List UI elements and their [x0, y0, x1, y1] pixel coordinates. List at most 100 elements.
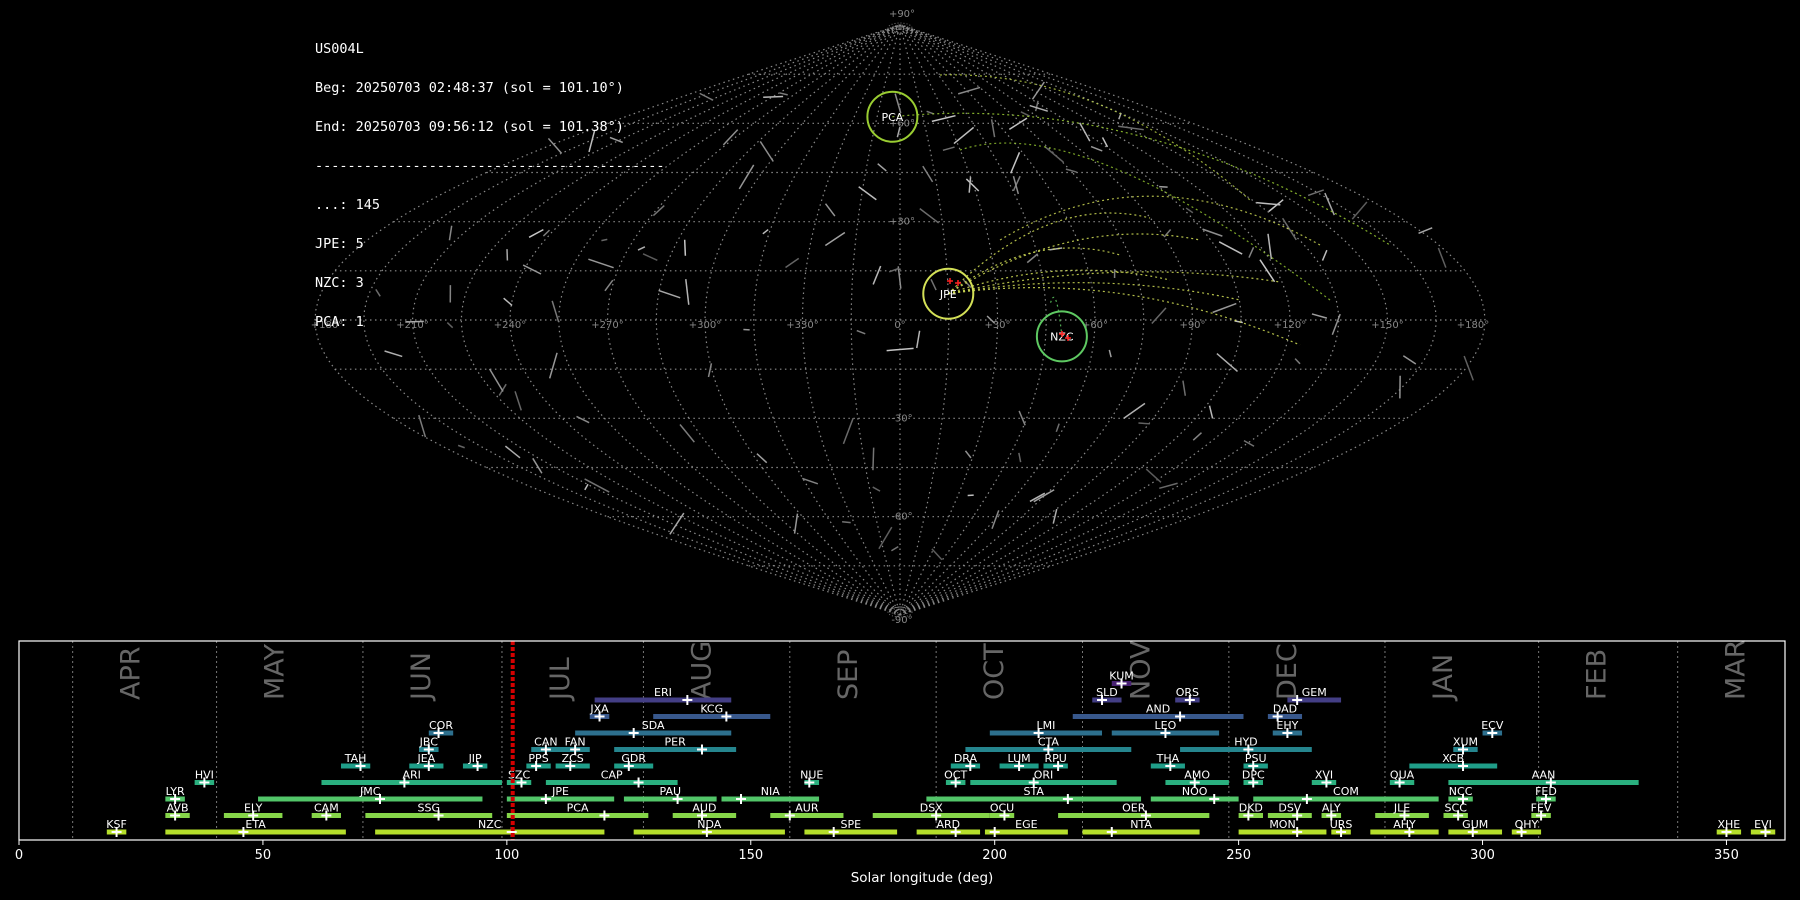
shower-code-label: ORI: [1034, 769, 1054, 782]
sporadic-meteor: [759, 141, 774, 162]
sporadic-meteor: [1026, 253, 1039, 264]
shower-activity-bar: [594, 697, 732, 703]
sporadic-meteor: [931, 548, 943, 561]
sporadic-meteor: [1294, 358, 1301, 365]
sporadic-meteor: [1331, 313, 1341, 335]
shower-activity-bar: [1175, 697, 1200, 703]
sporadic-meteor: [1256, 201, 1281, 206]
sporadic-meteor: [968, 177, 972, 193]
shower-code-label: ORS: [1176, 686, 1199, 699]
month-label: NOV: [1126, 640, 1157, 700]
month-label: JAN: [1428, 654, 1459, 702]
shower-code-label: FAN: [565, 736, 586, 749]
shower-code-label: LUM: [1008, 752, 1031, 765]
sporadic-meteor: [1010, 152, 1021, 174]
shower-code-label: MON: [1269, 818, 1295, 831]
sporadic-meteor: [1145, 468, 1162, 483]
shower-activity-bar: [1716, 829, 1742, 835]
sporadic-meteor: [584, 483, 589, 491]
sporadic-meteor: [1065, 168, 1077, 173]
sporadic-meteor: [762, 228, 769, 235]
shower-code-label: ARI: [403, 769, 421, 782]
shower-peak-marker: [433, 728, 444, 738]
sporadic-meteor: [877, 163, 887, 172]
sporadic-meteor: [1033, 489, 1055, 503]
shower-activity-bar: [804, 829, 898, 835]
shower-activity-bar: [1058, 813, 1210, 818]
shower-activity-bar: [1072, 714, 1244, 719]
shower-code-label: CAP: [601, 769, 623, 782]
shower-code-label: CTA: [1038, 736, 1060, 749]
sporadic-meteor: [957, 86, 981, 95]
sporadic-meteor: [878, 526, 893, 550]
shower-peak-marker: [531, 761, 542, 771]
shower-peak-marker: [1487, 728, 1498, 738]
shower-peak-marker: [1248, 777, 1259, 788]
shower-code-label: CAM: [314, 802, 339, 815]
shower-code-label: PER: [665, 736, 687, 749]
shower-peak-marker: [1467, 827, 1478, 837]
sporadic-meteor: [756, 453, 768, 464]
shower-activity-bar: [428, 730, 454, 736]
shower-peak-marker: [1760, 827, 1771, 837]
shower-code-label: PAU: [660, 785, 682, 798]
sporadic-meteor: [683, 239, 687, 256]
sporadic-meteor: [891, 545, 899, 552]
shower-activity-bar: [1150, 763, 1185, 769]
shower-activity-bar: [560, 747, 590, 752]
latitude-label: +90°: [889, 9, 915, 20]
shower-peak-marker: [1243, 744, 1254, 755]
shower-peak-marker: [1458, 744, 1469, 755]
shower-code-label: HVI: [195, 769, 214, 782]
count-pca: PCA: 1: [315, 314, 364, 330]
shower-activity-bar: [672, 813, 737, 818]
shower-peak-marker: [1028, 777, 1039, 788]
shower-meteor-trail: [948, 282, 1241, 301]
sporadic-meteor: [1123, 402, 1146, 419]
sporadic-meteor: [763, 95, 784, 98]
sporadic-meteor: [1311, 313, 1328, 319]
x-tick-label: 0: [15, 848, 23, 863]
shower-activity-bar: [989, 730, 1103, 736]
shower-peak-marker: [472, 761, 483, 771]
shower-activity-bar: [633, 829, 785, 835]
shower-code-label: COM: [1333, 785, 1359, 798]
shower-code-label: RPU: [1045, 752, 1067, 765]
shower-peak-marker: [721, 711, 732, 722]
shower-peak-marker: [1116, 678, 1127, 689]
shower-code-label: NCC: [1449, 785, 1473, 798]
sporadic-meteor: [1163, 228, 1172, 238]
shower-code-label: HYD: [1234, 736, 1257, 749]
shower-peak-marker: [1404, 827, 1415, 837]
end-time: End: 20250703 09:56:12 (sol = 101.38°): [315, 119, 624, 135]
sporadic-meteor: [1049, 247, 1063, 251]
shower-code-label: OCU: [990, 802, 1014, 815]
shower-peak-marker: [696, 744, 707, 755]
shower-activity-bar: [1165, 780, 1229, 785]
month-label: AUG: [686, 641, 717, 700]
shower-meteor-trail: [947, 233, 1201, 295]
x-tick-label: 350: [1714, 848, 1739, 863]
shower-peak-marker: [1292, 810, 1303, 821]
sporadic-meteor: [858, 186, 877, 201]
shower-activity-bar: [623, 796, 717, 802]
sporadic-meteor: [685, 279, 690, 305]
shower-peak-marker: [989, 827, 1000, 837]
shower-activity-bar: [1111, 730, 1220, 736]
sporadic-meteor: [1402, 355, 1417, 365]
shower-code-label: AUD: [692, 802, 716, 815]
shower-peak-marker: [375, 794, 386, 804]
shower-code-label: JMC: [359, 785, 381, 798]
sporadic-meteor: [1018, 452, 1022, 463]
shower-activity-bar: [1331, 829, 1351, 835]
shower-code-label: ETA: [245, 818, 266, 831]
longitude-label: +180°: [1457, 320, 1489, 331]
longitude-label: +330°: [786, 320, 818, 331]
shower-peak-marker: [784, 810, 795, 821]
sporadic-meteor: [738, 164, 755, 190]
shower-code-label: JXA: [589, 703, 609, 716]
sporadic-meteor: [1268, 199, 1284, 213]
shower-activity-bar: [1531, 813, 1551, 818]
shower-code-label: XUM: [1453, 736, 1478, 749]
shower-activity-bar: [1448, 829, 1503, 835]
